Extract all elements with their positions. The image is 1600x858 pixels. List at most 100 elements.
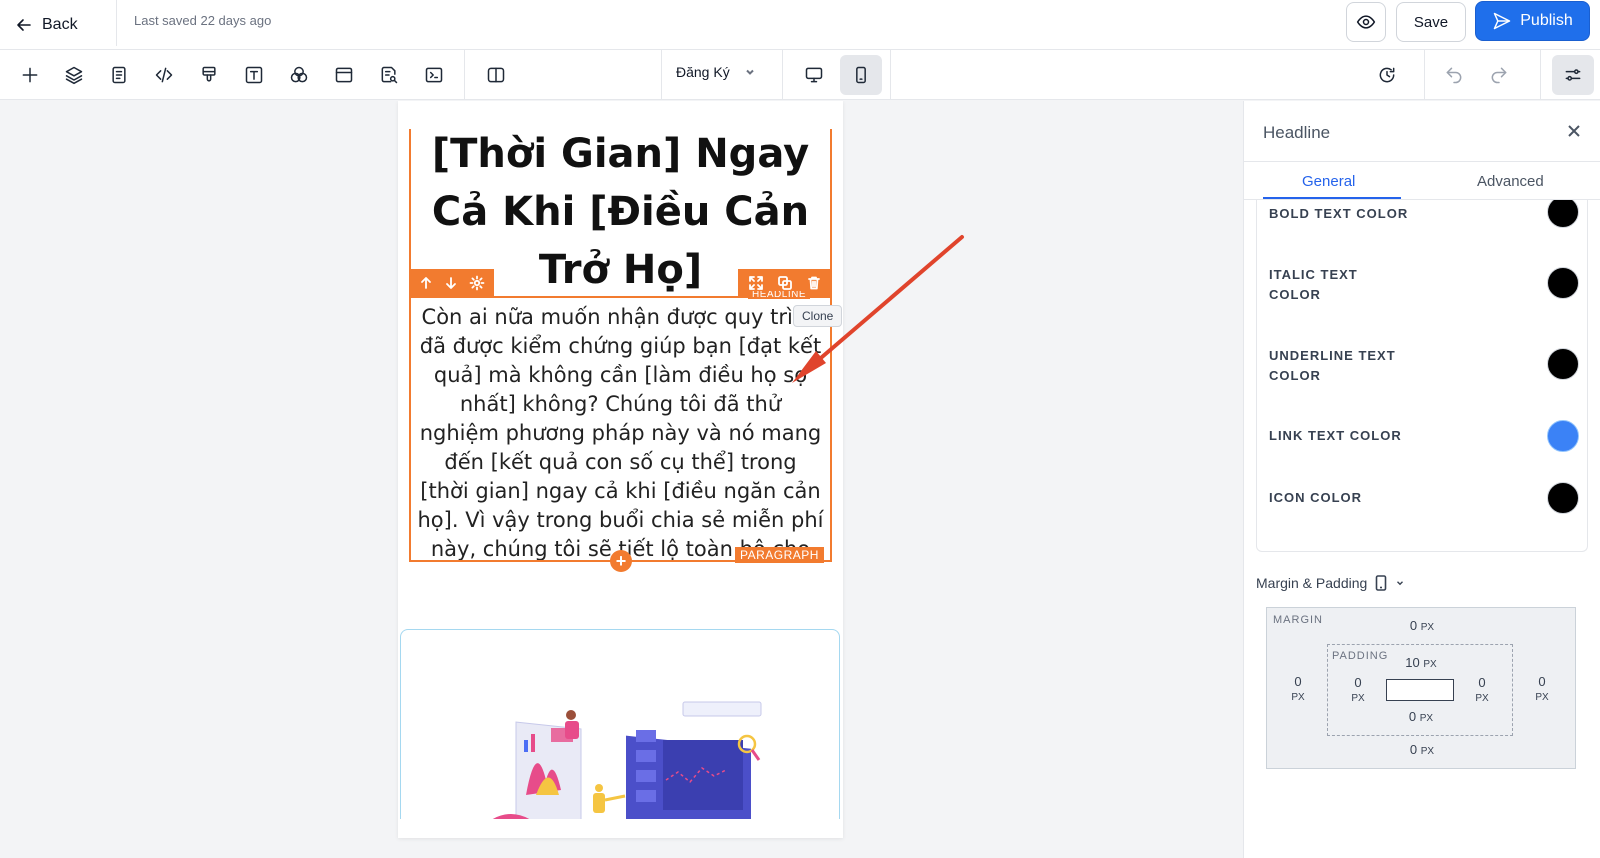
add-element-button[interactable] <box>15 60 45 90</box>
mobile-icon <box>856 66 866 84</box>
color-label: UNDERLINE TEXT COLOR <box>1269 348 1396 383</box>
margin-right-value[interactable]: 0 PX <box>1527 675 1557 705</box>
page-select[interactable]: Đăng Ký <box>676 64 756 80</box>
chevron-down-icon <box>1397 581 1404 586</box>
popup-button[interactable] <box>329 60 359 90</box>
color-label: ITALIC TEXT COLOR <box>1269 267 1358 302</box>
underline-text-color-row: UNDERLINE TEXT COLOR <box>1269 346 1579 388</box>
browser-window-icon <box>335 67 353 83</box>
divider <box>1244 161 1600 162</box>
divider <box>661 50 662 99</box>
desktop-view-button[interactable] <box>799 60 829 90</box>
padding-label: PADDING <box>1332 650 1389 662</box>
padding-top-value[interactable]: 10 PX <box>1394 656 1448 672</box>
tracking-code-button[interactable] <box>419 60 449 90</box>
undo-icon <box>1446 67 1462 84</box>
paragraph-element[interactable]: Còn ai nữa muốn nhận được quy trình đã đ… <box>409 297 832 562</box>
document-icon <box>112 66 126 84</box>
text-colors-card: BOLD TEXT COLOR ITALIC TEXT COLOR UNDERL… <box>1256 200 1588 552</box>
redo-button[interactable] <box>1484 60 1514 90</box>
paragraph-text[interactable]: Còn ai nữa muốn nhận được quy trình đã đ… <box>411 303 830 560</box>
version-history-button[interactable] <box>1372 60 1402 90</box>
italic-text-color-swatch[interactable] <box>1547 267 1579 299</box>
back-label: Back <box>42 16 78 33</box>
chevron-down-icon <box>745 69 754 75</box>
bold-text-color-swatch[interactable] <box>1547 200 1579 228</box>
mobile-view-button[interactable] <box>840 55 882 95</box>
editor-toolbar: Đăng Ký <box>0 50 1600 100</box>
padding-bottom-value[interactable]: 0 PX <box>1394 710 1448 726</box>
terminal-icon <box>425 67 443 83</box>
padding-left-value[interactable]: 0 PX <box>1343 676 1373 706</box>
tab-advanced[interactable]: Advanced <box>1477 173 1544 190</box>
link-text-color-row: LINK TEXT COLOR <box>1269 420 1579 458</box>
divider <box>1540 50 1541 99</box>
send-icon <box>1494 12 1511 30</box>
colors-button[interactable] <box>284 60 314 90</box>
typography-button[interactable] <box>239 60 269 90</box>
custom-code-button[interactable] <box>149 60 179 90</box>
gear-icon[interactable] <box>469 275 485 291</box>
margin-top-value[interactable]: 0 PX <box>1397 619 1447 635</box>
margin-bottom-value[interactable]: 0 PX <box>1397 743 1447 759</box>
link-text-color-swatch[interactable] <box>1547 420 1579 452</box>
sliders-icon <box>1565 69 1581 81</box>
element-toolbar-left <box>409 269 494 297</box>
color-circles-icon <box>290 66 308 83</box>
margin-padding-label: Margin & Padding <box>1256 575 1368 591</box>
tab-general[interactable]: General <box>1302 173 1355 190</box>
page-select-value: Đăng Ký <box>676 64 730 80</box>
seo-button[interactable] <box>374 60 404 90</box>
preview-button[interactable] <box>1346 2 1386 42</box>
text-icon <box>245 66 263 84</box>
styles-button[interactable] <box>194 60 224 90</box>
history-icon <box>1379 67 1395 83</box>
clone-icon[interactable] <box>777 275 793 291</box>
publish-button[interactable]: Publish <box>1475 1 1590 41</box>
settings-panel-toggle[interactable] <box>1552 55 1594 95</box>
divider <box>890 50 891 99</box>
margin-left-value[interactable]: 0 PX <box>1283 675 1313 705</box>
columns-icon <box>487 67 505 83</box>
layers-icon <box>65 66 83 85</box>
layers-button[interactable] <box>59 60 89 90</box>
pages-button[interactable] <box>104 60 134 90</box>
image-section[interactable] <box>400 629 840 819</box>
expand-icon[interactable] <box>748 275 764 291</box>
panel-title: Headline <box>1263 123 1331 142</box>
color-label: ICON COLOR <box>1269 490 1363 505</box>
content-box <box>1386 679 1454 701</box>
icon-color-swatch[interactable] <box>1547 482 1579 514</box>
properties-panel: Headline General Advanced BOLD TEXT COLO… <box>1243 101 1600 858</box>
plus-icon <box>22 67 38 83</box>
arrow-left-icon <box>17 19 31 31</box>
arrow-up-icon[interactable] <box>418 275 434 291</box>
split-view-button[interactable] <box>481 60 511 90</box>
undo-button[interactable] <box>1439 60 1469 90</box>
mobile-icon <box>1375 575 1387 591</box>
back-button[interactable]: Back <box>16 12 78 38</box>
margin-padding-header[interactable]: Margin & Padding <box>1256 575 1405 591</box>
padding-right-value[interactable]: 0 PX <box>1467 676 1497 706</box>
last-saved-status: Last saved 22 days ago <box>134 13 272 28</box>
margin-label: MARGIN <box>1273 614 1323 626</box>
editor-canvas: [Thời Gian] Ngay Cả Khi [Điều Cản Trở Họ… <box>0 101 1243 858</box>
padding-box: PADDING 10 PX 0 PX 0 PX 0 PX <box>1327 644 1513 736</box>
add-element-dot[interactable]: + <box>610 550 632 572</box>
page-preview: [Thời Gian] Ngay Cả Khi [Điều Cản Trở Họ… <box>398 101 843 838</box>
close-panel-button[interactable] <box>1562 119 1586 143</box>
close-icon <box>1568 125 1580 137</box>
color-label: BOLD TEXT COLOR <box>1269 206 1409 221</box>
color-label: LINK TEXT COLOR <box>1269 428 1402 443</box>
icon-color-row: ICON COLOR <box>1269 482 1579 520</box>
desktop-icon <box>805 67 823 83</box>
save-button[interactable]: Save <box>1396 2 1466 42</box>
document-search-icon <box>381 66 398 84</box>
divider <box>1424 50 1425 99</box>
underline-text-color-swatch[interactable] <box>1547 348 1579 380</box>
bold-text-color-row: BOLD TEXT COLOR <box>1269 200 1579 234</box>
margin-box: MARGIN 0 PX 0 PX 0 PX 0 PX PADDING 10 PX 0… <box>1266 607 1576 769</box>
paint-brush-icon <box>202 66 216 82</box>
arrow-down-icon[interactable] <box>443 275 459 291</box>
trash-icon[interactable] <box>806 275 822 291</box>
